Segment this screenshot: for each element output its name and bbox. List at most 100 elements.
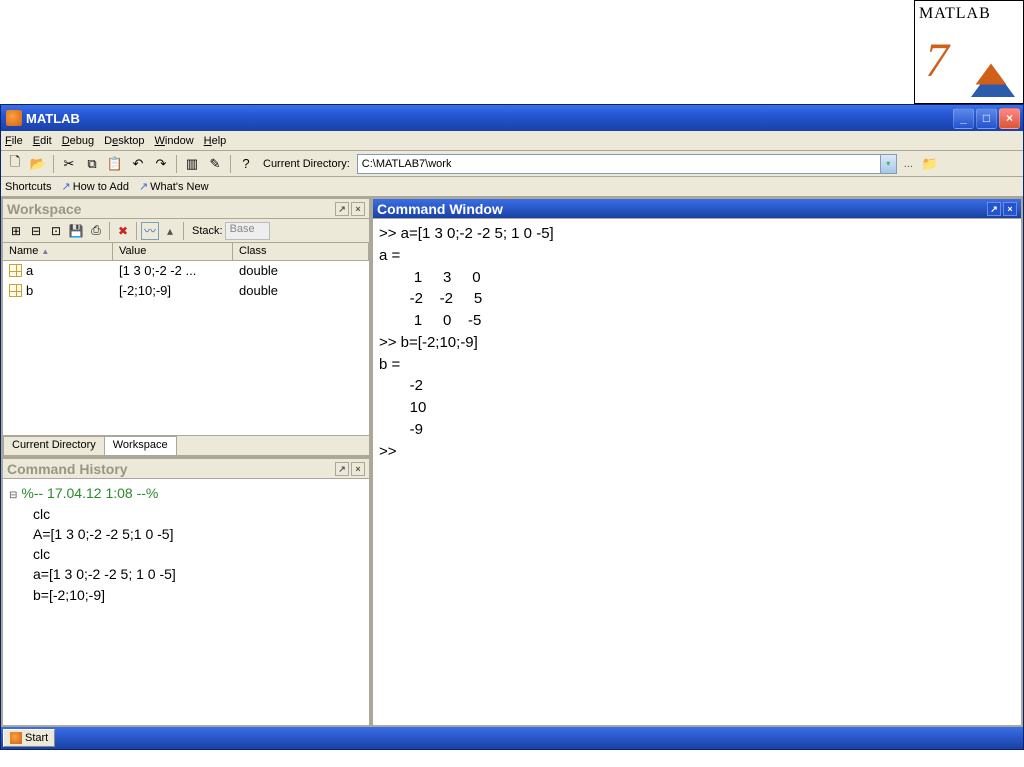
start-icon — [10, 732, 22, 744]
start-button[interactable]: Start — [3, 729, 55, 747]
separator — [109, 222, 110, 240]
separator — [53, 155, 54, 173]
folder-up-icon[interactable]: 📁 — [920, 154, 940, 174]
workspace-panel: Workspace ↗ × ⊞ ⊟ ⊡ 💾 ⎙ ✖ 〰 Stack: Base — [2, 198, 370, 456]
copy-icon[interactable]: ⧉ — [82, 154, 102, 174]
undock-icon[interactable]: ↗ — [987, 202, 1001, 216]
how-to-add-link[interactable]: ↗How to Add — [61, 180, 128, 193]
menu-help[interactable]: Help — [204, 135, 227, 147]
history-line[interactable]: clc — [9, 544, 363, 564]
stack-select[interactable]: Base — [225, 222, 270, 240]
command-window-panel: Command Window ↗ × >> a=[1 3 0;-2 -2 5; … — [372, 198, 1022, 726]
cmd-line: 1 0 -5 — [379, 310, 1015, 332]
close-panel-icon[interactable]: × — [351, 202, 365, 216]
history-line[interactable]: b=[-2;10;-9] — [9, 585, 363, 605]
paste-icon[interactable]: 📋 — [105, 154, 125, 174]
table-row[interactable]: a [1 3 0;-2 -2 ... double — [3, 261, 369, 281]
undock-icon[interactable]: ↗ — [335, 202, 349, 216]
delete-var-icon[interactable]: ✖ — [114, 222, 132, 240]
matlab-l-icon — [971, 67, 1015, 97]
shortcuts-label: Shortcuts — [5, 181, 51, 193]
menu-file[interactable]: File — [5, 135, 23, 147]
history-body[interactable]: ⊟%-- 17.04.12 1:08 --% clc A=[1 3 0;-2 -… — [3, 479, 369, 725]
command-window-body[interactable]: >> a=[1 3 0;-2 -2 5; 1 0 -5] a = 1 3 0 -… — [373, 219, 1021, 725]
workspace-tabs: Current Directory Workspace — [3, 435, 369, 455]
close-panel-icon[interactable]: × — [351, 462, 365, 476]
col-name[interactable]: Name ▲ — [3, 243, 113, 260]
separator — [230, 155, 231, 173]
import-icon[interactable]: ⊡ — [47, 222, 65, 240]
cmd-line: 1 3 0 — [379, 267, 1015, 289]
print-icon[interactable]: ⎙ — [87, 222, 105, 240]
history-title: Command History — [7, 461, 333, 477]
var-name: a — [26, 263, 33, 278]
matlab-logo-box: MATLAB 7 — [914, 0, 1024, 104]
history-timestamp: %-- 17.04.12 1:08 --% — [21, 485, 158, 501]
main-toolbar: 🗋 📂 ✂ ⧉ 📋 ↶ ↷ ▥ ✎ ? Current Directory: ▾… — [1, 151, 1023, 177]
undock-icon[interactable]: ↗ — [335, 462, 349, 476]
start-bar: Start — [1, 727, 1023, 749]
new-file-icon[interactable]: 🗋 — [5, 154, 25, 174]
cmd-line: -2 — [379, 375, 1015, 397]
separator — [176, 155, 177, 173]
var-class: double — [233, 261, 369, 281]
minimize-button[interactable]: _ — [953, 108, 974, 129]
open-var-icon[interactable]: ⊟ — [27, 222, 45, 240]
logo-brand: MATLAB — [919, 5, 1019, 23]
cmd-line: a = — [379, 245, 1015, 267]
close-button[interactable]: × — [999, 108, 1020, 129]
open-file-icon[interactable]: 📂 — [28, 154, 48, 174]
matlab-window: MATLAB _ □ × File Edit Debug Desktop Win… — [0, 104, 1024, 750]
menu-edit[interactable]: Edit — [33, 135, 52, 147]
start-label: Start — [25, 732, 48, 744]
cmd-line: >> a=[1 3 0;-2 -2 5; 1 0 -5] — [379, 223, 1015, 245]
save-ws-icon[interactable]: 💾 — [67, 222, 85, 240]
cmd-line: b = — [379, 354, 1015, 376]
stack-label: Stack: — [192, 225, 223, 237]
separator — [183, 222, 184, 240]
simulink-icon[interactable]: ▥ — [182, 154, 202, 174]
titlebar[interactable]: MATLAB _ □ × — [1, 105, 1023, 131]
var-value: [1 3 0;-2 -2 ... — [113, 261, 233, 281]
guide-icon[interactable]: ✎ — [205, 154, 225, 174]
col-value[interactable]: Value — [113, 243, 233, 260]
menu-desktop[interactable]: Desktop — [104, 135, 144, 147]
undo-icon[interactable]: ↶ — [128, 154, 148, 174]
separator — [136, 222, 137, 240]
menu-window[interactable]: Window — [155, 135, 194, 147]
history-line[interactable]: A=[1 3 0;-2 -2 5;1 0 -5] — [9, 524, 363, 544]
variable-icon — [9, 284, 22, 297]
help-icon[interactable]: ? — [236, 154, 256, 174]
workspace-table: Name ▲ Value Class a [1 3 0;-2 -2 ... do… — [3, 243, 369, 435]
tab-workspace[interactable]: Workspace — [104, 436, 177, 455]
col-class[interactable]: Class — [233, 243, 369, 260]
cut-icon[interactable]: ✂ — [59, 154, 79, 174]
cmd-prompt[interactable]: >> — [379, 441, 1015, 463]
cmd-line: 10 — [379, 397, 1015, 419]
content-area: Workspace ↗ × ⊞ ⊟ ⊡ 💾 ⎙ ✖ 〰 Stack: Base — [1, 197, 1023, 727]
cmd-line: -9 — [379, 419, 1015, 441]
menu-debug[interactable]: Debug — [62, 135, 94, 147]
table-row[interactable]: b [-2;10;-9] double — [3, 281, 369, 301]
directory-dropdown-icon[interactable]: ▾ — [880, 155, 896, 173]
history-line[interactable]: a=[1 3 0;-2 -2 5; 1 0 -5] — [9, 564, 363, 584]
plot-dropdown-icon[interactable] — [161, 222, 179, 240]
close-panel-icon[interactable]: × — [1003, 202, 1017, 216]
window-title: MATLAB — [26, 111, 953, 126]
workspace-toolbar: ⊞ ⊟ ⊡ 💾 ⎙ ✖ 〰 Stack: Base — [3, 219, 369, 243]
cmd-line: -2 -2 5 — [379, 288, 1015, 310]
whats-new-link[interactable]: ↗What's New — [139, 180, 209, 193]
browse-button[interactable]: ... — [904, 158, 913, 170]
var-value: [-2;10;-9] — [113, 281, 233, 301]
new-var-icon[interactable]: ⊞ — [7, 222, 25, 240]
plot-icon[interactable]: 〰 — [141, 222, 159, 240]
history-header: Command History ↗ × — [3, 459, 369, 479]
variable-icon — [9, 264, 22, 277]
tab-current-directory[interactable]: Current Directory — [3, 436, 105, 455]
current-directory-input[interactable] — [357, 154, 897, 174]
maximize-button[interactable]: □ — [976, 108, 997, 129]
var-name: b — [26, 283, 33, 298]
workspace-title: Workspace — [7, 201, 333, 217]
redo-icon[interactable]: ↷ — [151, 154, 171, 174]
history-line[interactable]: clc — [9, 504, 363, 524]
